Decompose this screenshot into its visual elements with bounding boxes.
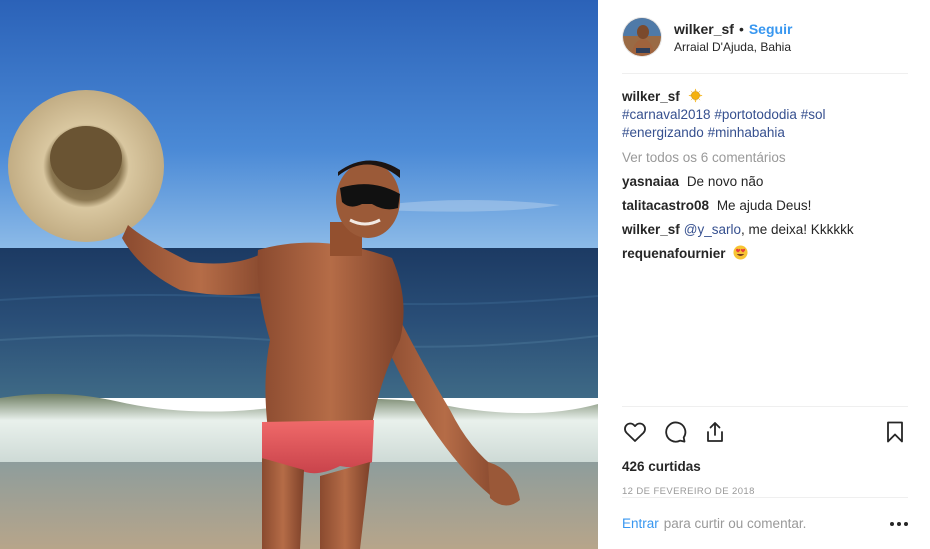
hashtag-minhabahia[interactable]: #minhabahia <box>708 125 785 140</box>
comment-mention[interactable]: @y_sarlo <box>684 222 741 237</box>
comment-icon[interactable] <box>662 419 688 445</box>
share-icon[interactable] <box>702 419 728 445</box>
hashtag-sol[interactable]: #sol <box>801 107 826 122</box>
separator-dot: • <box>738 20 744 37</box>
hashtag-carnaval2018[interactable]: #carnaval2018 <box>622 107 711 122</box>
caption-hashtags: #carnaval2018 #portotododia #sol #energi… <box>622 107 825 140</box>
comment-text: , me deixa! Kkkkkk <box>741 222 854 237</box>
add-comment-prompt: para curtir ou comentar. <box>663 516 807 531</box>
post-header: wilker_sf • Seguir Arraial D'Ajuda, Bahi… <box>622 0 908 74</box>
comment-text: De novo não <box>686 174 764 189</box>
follow-button[interactable]: Seguir <box>749 20 793 38</box>
comment-username[interactable]: wilker_sf <box>622 222 680 237</box>
add-comment-bar: Entrar para curtir ou comentar. <box>622 497 908 549</box>
comments-section: wilker_sf #carnaval2018 #portotododia #s… <box>622 74 908 406</box>
post-author-username[interactable]: wilker_sf <box>674 20 734 38</box>
avatar-image <box>623 17 661 56</box>
comment-username[interactable]: talitacastro08 <box>622 198 709 213</box>
login-link[interactable]: Entrar <box>622 516 659 531</box>
sun-emoji <box>688 88 703 103</box>
view-all-comments-link[interactable]: Ver todos os 6 comentários <box>622 150 786 165</box>
beach-photo <box>0 0 598 549</box>
hashtag-energizando[interactable]: #energizando <box>622 125 704 140</box>
instagram-post: wilker_sf • Seguir Arraial D'Ajuda, Bahi… <box>0 0 930 549</box>
comment-item: talitacastro08 Me ajuda Deus! <box>622 197 908 215</box>
post-sidebar: wilker_sf • Seguir Arraial D'Ajuda, Bahi… <box>598 0 930 549</box>
comment-item: wilker_sf @y_sarlo, me deixa! Kkkkkk <box>622 221 908 239</box>
post-location[interactable]: Arraial D'Ajuda, Bahia <box>674 40 792 54</box>
post-caption: wilker_sf #carnaval2018 #portotododia #s… <box>622 88 908 142</box>
caption-username[interactable]: wilker_sf <box>622 89 680 104</box>
bookmark-icon[interactable] <box>882 419 908 445</box>
comment-text: Me ajuda Deus! <box>716 198 812 213</box>
post-photo[interactable] <box>0 0 598 549</box>
more-icon[interactable] <box>890 521 908 526</box>
avatar[interactable] <box>622 16 662 57</box>
comment-username[interactable]: yasnaiaa <box>622 174 679 189</box>
post-actions: 426 curtidas 12 DE FEVEREIRO DE 2018 <box>622 406 908 497</box>
comment-username[interactable]: requenafournier <box>622 246 726 261</box>
post-date[interactable]: 12 DE FEVEREIRO DE 2018 <box>622 486 908 497</box>
comment-item: requenafournier <box>622 245 908 263</box>
comment-item: yasnaiaa De novo não <box>622 173 908 191</box>
hashtag-portotododia[interactable]: #portotododia <box>714 107 797 122</box>
heart-icon[interactable] <box>622 419 648 445</box>
likes-count[interactable]: 426 curtidas <box>622 459 908 474</box>
heart-eyes-emoji <box>733 245 748 260</box>
